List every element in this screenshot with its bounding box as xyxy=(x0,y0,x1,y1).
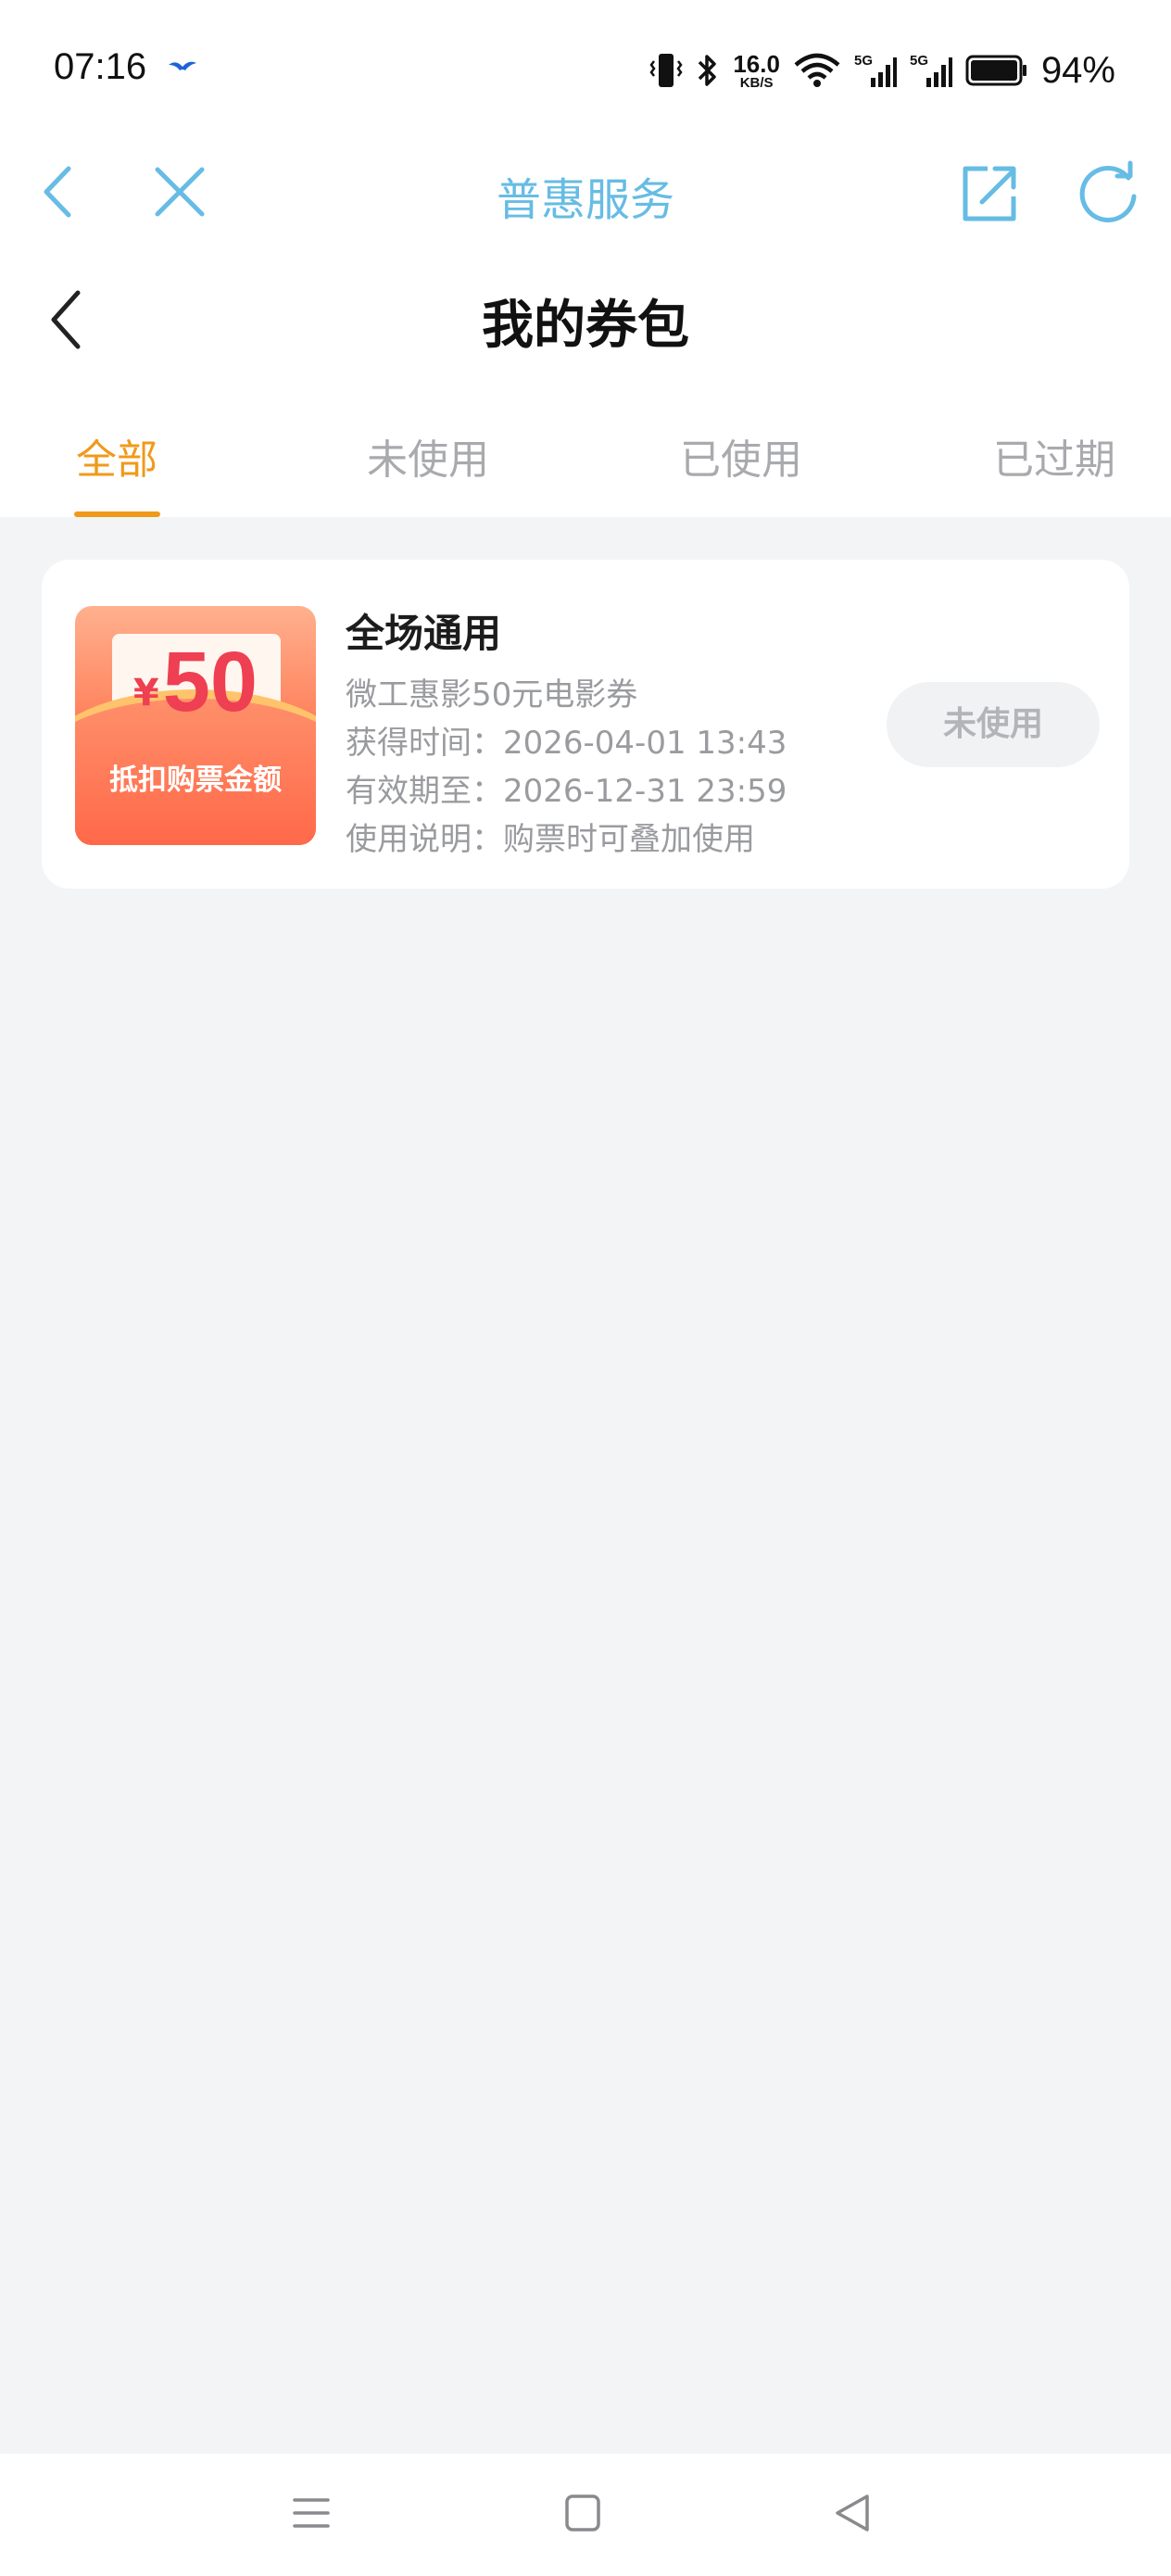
coupon-card[interactable]: ¥50 抵扣购票金额 全场通用 微工惠影50元电影券 获得时间：2026-04-… xyxy=(42,560,1129,889)
page-title: 我的券包 xyxy=(482,296,689,356)
tab-all[interactable]: 全部 xyxy=(76,426,157,486)
system-nav-bar xyxy=(0,2454,1171,2576)
network-speed: 16.0 KB/S xyxy=(733,52,780,90)
coupon-name: 微工惠影50元电影券 xyxy=(346,676,638,713)
tab-used[interactable]: 已使用 xyxy=(680,426,802,486)
coupon-usage-note: 使用说明：购票时可叠加使用 xyxy=(346,821,755,858)
battery-percent: 94% xyxy=(1040,49,1115,91)
coupon-currency: ¥ xyxy=(132,672,159,714)
coupon-amount: ¥50 xyxy=(75,639,316,725)
page-header: 我的券包 xyxy=(0,250,1171,388)
active-tab-indicator xyxy=(74,511,160,517)
signal-5g-icon: 5G xyxy=(854,53,897,87)
coupon-tabs: 全部 未使用 已使用 已过期 xyxy=(0,387,1171,517)
coupon-amount-value: 50 xyxy=(162,635,258,729)
menu-icon[interactable] xyxy=(291,2489,332,2537)
coupon-obtained-time: 获得时间：2026-04-01 13:43 xyxy=(346,725,787,762)
coupon-image: ¥50 抵扣购票金额 xyxy=(75,606,316,845)
home-icon[interactable] xyxy=(561,2489,604,2537)
share-icon[interactable] xyxy=(960,159,1019,224)
wifi-icon xyxy=(794,53,840,87)
status-time: 07:16 xyxy=(54,46,147,87)
network-speed-value: 16.0 xyxy=(733,49,780,78)
bluetooth-icon xyxy=(699,55,717,86)
bird-notification-icon xyxy=(169,61,196,70)
network-2-label: 5G xyxy=(910,53,928,69)
tab-expired[interactable]: 已过期 xyxy=(993,426,1115,486)
network-1-label: 5G xyxy=(854,53,873,69)
status-indicators: 16.0 KB/S 5G 5G 94% xyxy=(649,44,1115,96)
tab-unused[interactable]: 未使用 xyxy=(367,426,489,486)
vibrate-icon xyxy=(649,54,683,87)
coupon-title: 全场通用 xyxy=(346,611,502,656)
coupon-valid-until: 有效期至：2026-12-31 23:59 xyxy=(346,773,787,810)
status-bar: 07:16 16.0 KB/S 5G 5G 94% xyxy=(0,0,1171,139)
back-triangle-icon[interactable] xyxy=(832,2489,875,2537)
network-speed-unit: KB/S xyxy=(739,74,774,91)
battery-icon xyxy=(965,55,1026,86)
coupon-status-button[interactable]: 未使用 xyxy=(887,682,1100,767)
signal-5g-icon-2: 5G xyxy=(910,53,952,87)
webview-toolbar: 普惠服务 xyxy=(0,139,1171,250)
refresh-icon[interactable] xyxy=(1077,159,1141,224)
coupon-caption: 抵扣购票金额 xyxy=(109,764,282,797)
